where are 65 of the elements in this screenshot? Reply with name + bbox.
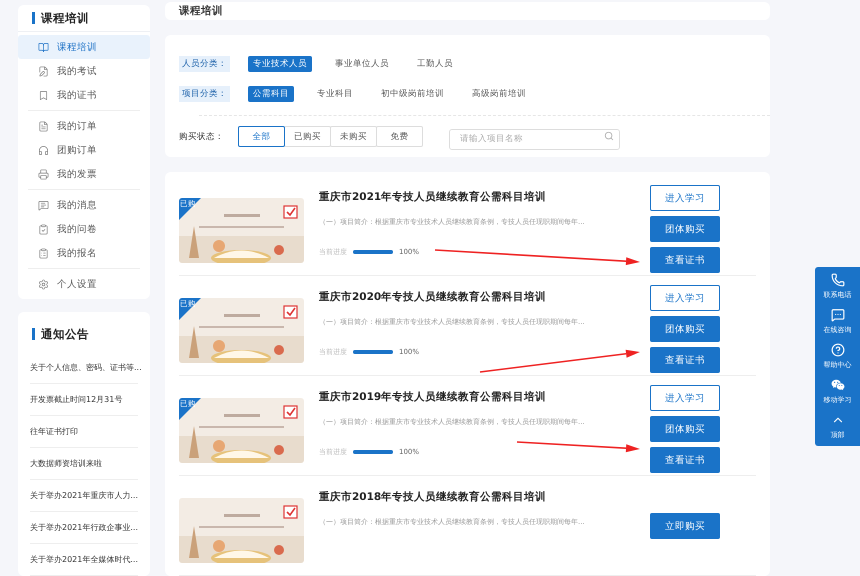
title-bar-icon <box>32 12 35 24</box>
menu-item-icon <box>38 278 49 290</box>
notice-link[interactable]: 关于举办2021年行政企事业... <box>30 512 138 544</box>
menu-item-icon <box>38 66 49 76</box>
filter-tag[interactable]: 专业技术人员 <box>248 56 312 72</box>
course-button[interactable]: 立即购买 <box>650 513 720 539</box>
course-title: 重庆市2021年专技人员继续教育公需科目培训 <box>319 190 548 204</box>
course-button[interactable]: 进入学习 <box>650 185 720 211</box>
notice-link[interactable]: 大数据师资培训来啦 <box>30 448 138 480</box>
toolbar-icon <box>830 308 844 322</box>
course-button[interactable]: 团体购买 <box>650 316 720 342</box>
menu-item-icon <box>38 224 49 234</box>
filter-tag[interactable]: 高级岗前培训 <box>467 86 531 102</box>
toolbar-icon <box>830 343 844 357</box>
course-button[interactable]: 团体购买 <box>650 216 720 242</box>
filter-tag[interactable]: 事业单位人员 <box>330 56 394 72</box>
title-bar-icon <box>32 328 35 340</box>
notice-link[interactable]: 关于举办2021年重庆市人力... <box>30 480 138 512</box>
course-button[interactable]: 查看证书 <box>650 447 720 473</box>
toolbar-icon <box>830 378 844 392</box>
filter-label: 项目分类： <box>179 86 230 102</box>
sidebar-item[interactable]: 我的发票 <box>18 162 150 186</box>
notice-link[interactable]: 关于举办2021年全媒体时代... <box>30 544 138 576</box>
page-title: 课程培训 <box>179 4 223 18</box>
status-option[interactable]: 全部 <box>238 126 285 147</box>
course-button[interactable]: 团体购买 <box>650 416 720 442</box>
sidebar-item[interactable]: 个人设置 <box>18 272 150 296</box>
filter-label: 人员分类： <box>179 56 230 72</box>
toolbar-icon <box>830 273 844 287</box>
menu-item-icon <box>38 90 49 100</box>
course-title: 重庆市2020年专技人员继续教育公需科目培训 <box>319 290 548 304</box>
status-option[interactable]: 免费 <box>376 126 423 147</box>
status-option[interactable]: 已购买 <box>284 126 331 147</box>
course-button[interactable]: 查看证书 <box>650 347 720 373</box>
sidebar-title: 课程培训 <box>41 10 89 26</box>
menu-item-icon <box>38 42 49 52</box>
status-label: 购买状态： <box>179 130 225 142</box>
notice-link[interactable]: 往年证书打印 <box>30 416 138 448</box>
sidebar-item[interactable]: 我的考试 <box>18 59 150 83</box>
menu-item-icon <box>38 120 49 132</box>
sidebar-item[interactable]: 我的问卷 <box>18 217 150 241</box>
filter-tag[interactable]: 初中级岗前培训 <box>376 86 449 102</box>
course-title: 重庆市2019年专技人员继续教育公需科目培训 <box>319 390 548 404</box>
menu-item-icon <box>38 248 49 258</box>
sidebar-item[interactable]: 团购订单 <box>18 138 150 162</box>
menu-item-icon <box>38 168 49 180</box>
sidebar-item[interactable]: 课程培训 <box>18 35 150 59</box>
notice-link[interactable]: 开发票截止时间12月31号 <box>30 384 138 416</box>
notice-title: 通知公告 <box>41 326 89 342</box>
menu-item-icon <box>38 200 49 210</box>
filter-tag[interactable]: 工勤人员 <box>412 56 458 72</box>
status-option[interactable]: 未购买 <box>330 126 377 147</box>
menu-item-icon <box>38 144 49 156</box>
course-title: 重庆市2018年专技人员继续教育公需科目培训 <box>319 490 548 504</box>
course-button[interactable]: 进入学习 <box>650 285 720 311</box>
sidebar-item[interactable]: 我的报名 <box>18 241 150 265</box>
search-icon <box>604 131 614 141</box>
filter-tag[interactable]: 专业科目 <box>312 86 358 102</box>
sidebar-item[interactable]: 我的证书 <box>18 83 150 107</box>
filter-tag[interactable]: 公需科目 <box>248 86 294 102</box>
sidebar-item[interactable]: 我的消息 <box>18 193 150 217</box>
course-button[interactable]: 进入学习 <box>650 385 720 411</box>
sidebar-item[interactable]: 我的订单 <box>18 114 150 138</box>
course-button[interactable]: 查看证书 <box>650 247 720 273</box>
search-field[interactable]: 请输入项目名称 <box>449 128 620 150</box>
